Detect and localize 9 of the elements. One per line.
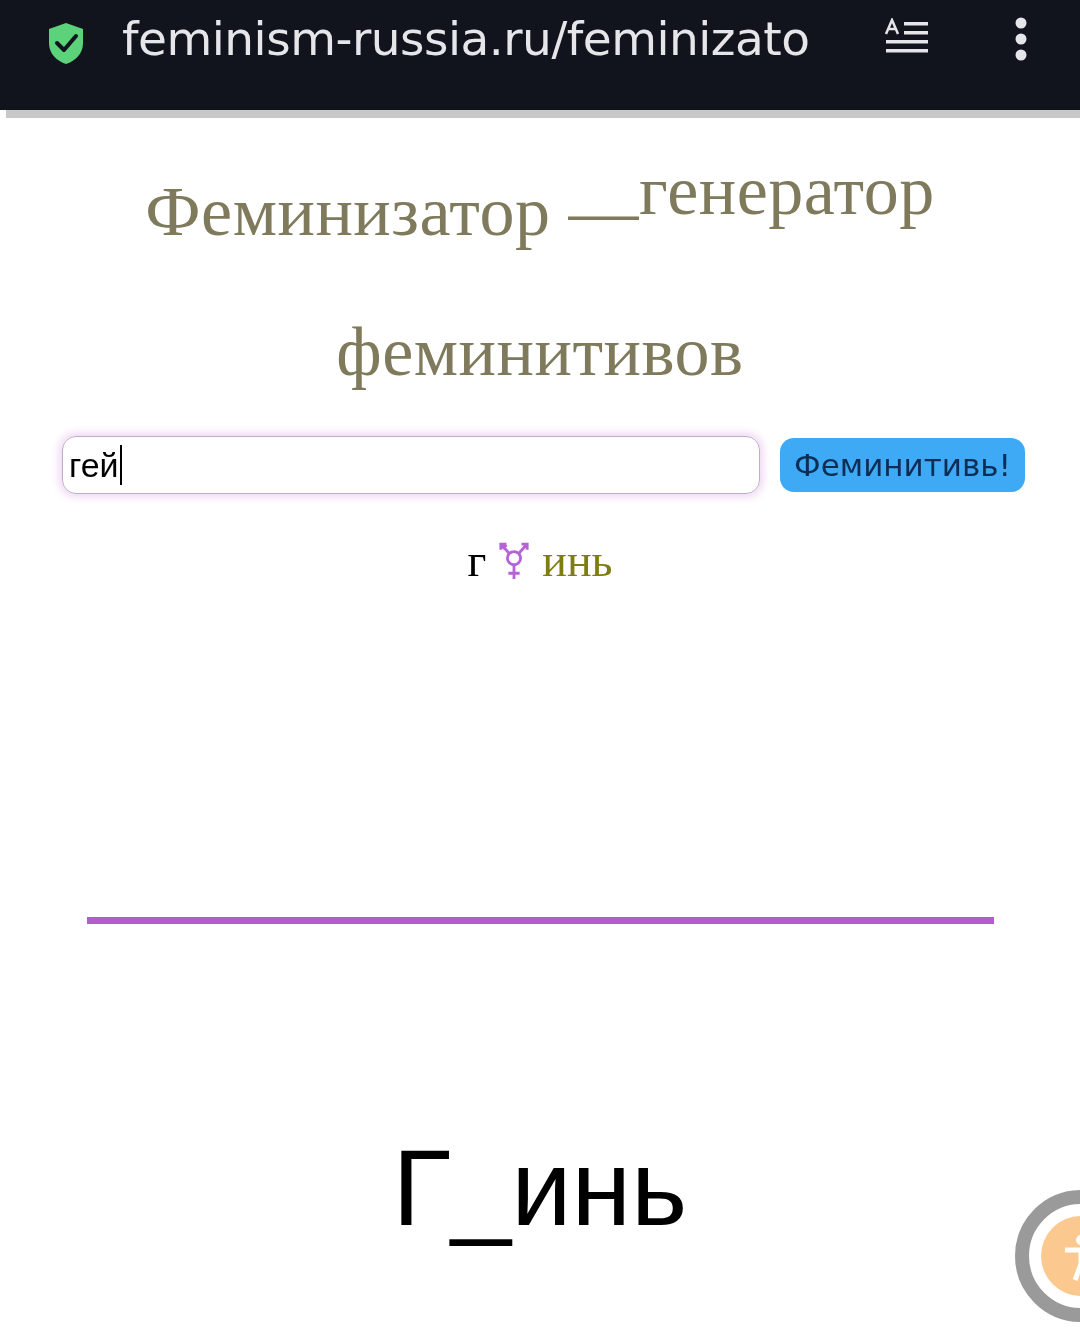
result-prefix: г (467, 534, 487, 587)
transgender-symbol-icon (498, 540, 531, 581)
result-suffix: инь (542, 534, 613, 587)
address-bar[interactable]: feminism-russia.ru/feminizato (122, 10, 854, 66)
feminize-button[interactable]: Феминитивь! (780, 438, 1025, 492)
result-word: Г_инь (392, 1129, 688, 1248)
word-input-field[interactable]: гей (62, 436, 760, 494)
menu-icon[interactable] (1014, 17, 1028, 61)
security-shield-icon[interactable] (46, 21, 86, 65)
